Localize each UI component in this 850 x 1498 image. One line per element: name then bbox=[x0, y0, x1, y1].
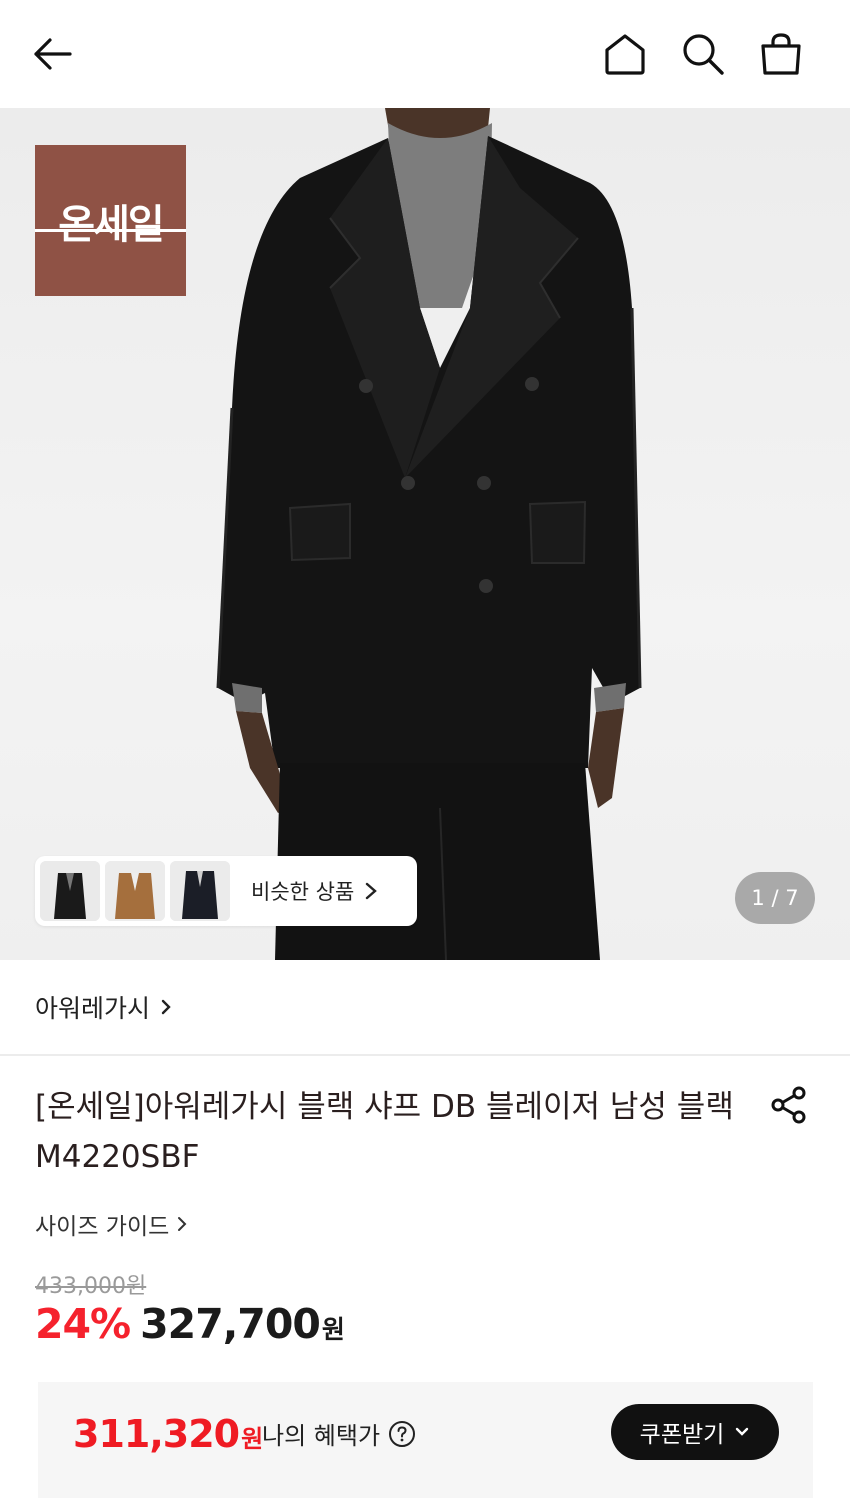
chevron-right-icon bbox=[366, 882, 378, 900]
share-button[interactable] bbox=[764, 1080, 814, 1130]
benefit-label-text: 나의 혜택가 bbox=[262, 1422, 381, 1450]
chevron-right-icon bbox=[178, 1217, 187, 1231]
shopping-bag-icon bbox=[761, 33, 801, 75]
benefit-price: 311,320 원 bbox=[73, 1412, 263, 1456]
original-price: 433,000원 bbox=[35, 1274, 147, 1299]
back-button[interactable] bbox=[26, 28, 78, 80]
help-icon[interactable] bbox=[388, 1420, 416, 1448]
size-guide-label: 사이즈 가이드 bbox=[35, 1214, 170, 1240]
shopping-bag-button[interactable] bbox=[755, 28, 807, 80]
coupon-button[interactable]: 쿠폰받기 bbox=[611, 1404, 779, 1460]
benefit-price-box: 311,320 원 나의 혜택가 쿠폰받기 bbox=[38, 1382, 813, 1498]
badge-text: 온세일 bbox=[58, 201, 164, 248]
search-button[interactable] bbox=[677, 28, 729, 80]
similar-thumb[interactable] bbox=[40, 861, 100, 921]
benefit-label: 나의 혜택가 bbox=[262, 1416, 416, 1451]
coupon-button-label: 쿠폰받기 bbox=[639, 1422, 725, 1448]
similar-thumb[interactable] bbox=[170, 861, 230, 921]
similar-products-button[interactable]: 비슷한 상품 bbox=[35, 856, 417, 926]
top-bar bbox=[0, 0, 850, 108]
currency-unit: 원 bbox=[321, 1315, 345, 1344]
benefit-price-value: 311,320 bbox=[73, 1412, 240, 1456]
benefit-currency: 원 bbox=[241, 1425, 264, 1453]
similar-products-label: 비슷한 상품 bbox=[251, 880, 355, 904]
thumb-image bbox=[40, 861, 100, 921]
arrow-left-icon bbox=[34, 38, 72, 70]
onsale-badge: 온세일 bbox=[35, 145, 186, 296]
discount-rate: 24% bbox=[35, 1300, 131, 1348]
chevron-right-icon bbox=[161, 999, 171, 1015]
product-image-carousel[interactable]: 온세일 비슷한 상품 1 / 7 bbox=[0, 108, 850, 960]
search-icon bbox=[683, 34, 724, 75]
size-guide-link[interactable]: 사이즈 가이드 bbox=[35, 1207, 189, 1241]
page-indicator: 1 / 7 bbox=[735, 872, 815, 924]
home-icon bbox=[605, 34, 645, 75]
home-button[interactable] bbox=[599, 28, 651, 80]
brand-link[interactable]: 아워레가시 bbox=[35, 985, 174, 1029]
thumb-image bbox=[105, 861, 165, 921]
share-icon bbox=[771, 1086, 806, 1124]
similar-thumb[interactable] bbox=[105, 861, 165, 921]
sale-price: 327,700 bbox=[140, 1300, 321, 1348]
product-title: [온세일]아워레가시 블랙 샤프 DB 블레이저 남성 블랙 M4220SBF bbox=[35, 1089, 734, 1175]
brand-name: 아워레가시 bbox=[35, 994, 151, 1023]
chevron-down-icon bbox=[736, 1427, 749, 1436]
price-row: 24% 327,700 원 bbox=[35, 1300, 345, 1348]
section-divider bbox=[0, 1054, 850, 1056]
thumb-image bbox=[170, 861, 230, 921]
